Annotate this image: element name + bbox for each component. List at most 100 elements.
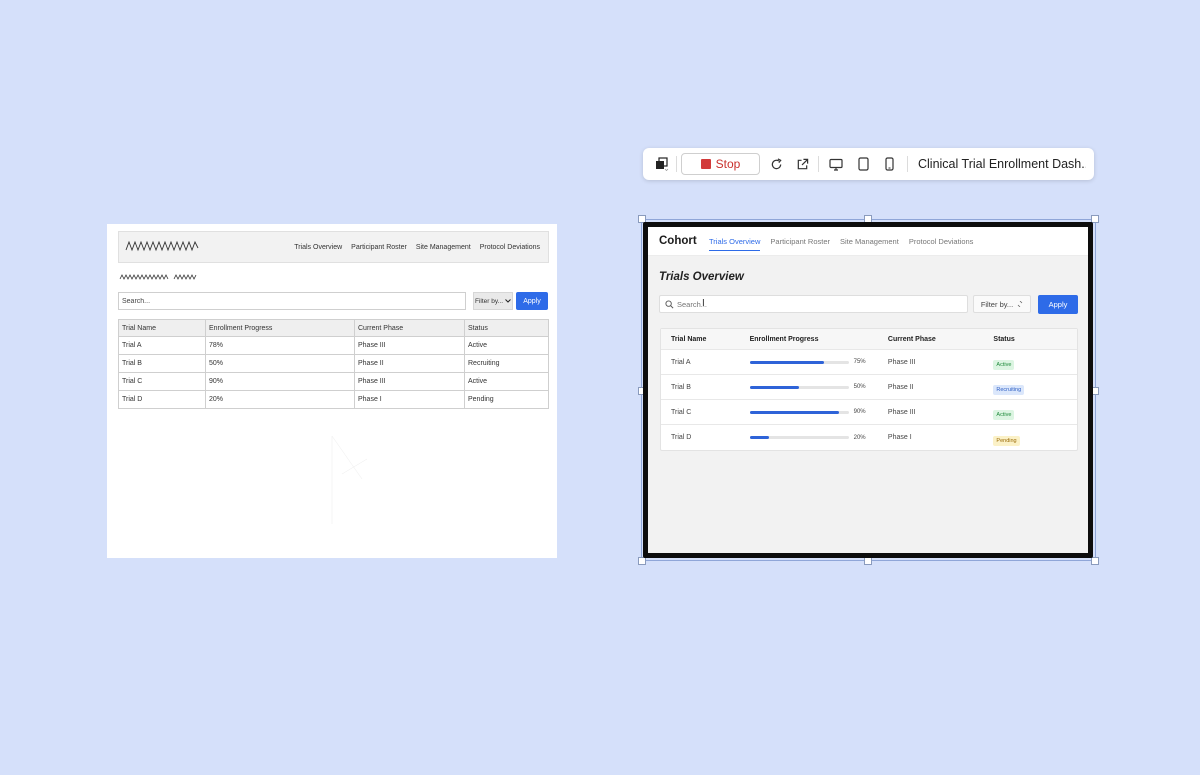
sketch-cell-name: Trial D bbox=[118, 390, 206, 409]
cell-trial-name: Trial A bbox=[671, 358, 691, 366]
ghost-sketch-strokes bbox=[331, 435, 368, 524]
sketch-filter-dropdown[interactable]: Filter by... bbox=[473, 292, 513, 310]
col-current-phase[interactable]: Current Phase bbox=[888, 336, 993, 343]
mobile-view-button[interactable] bbox=[879, 148, 899, 180]
cell-trial-name: Trial D bbox=[671, 434, 692, 441]
progress-bar-fill bbox=[749, 410, 839, 414]
cell-enrollment: 75% bbox=[749, 359, 888, 365]
trials-table: Trial Name Enrollment Progress Current P… bbox=[660, 328, 1078, 451]
sketch-col-phase: Current Phase bbox=[354, 319, 465, 337]
sketch-cell-phase: Phase III bbox=[354, 336, 465, 355]
refresh-icon bbox=[771, 157, 782, 169]
sketch-cell-status: Active bbox=[464, 336, 549, 355]
sketch-cell-progress: 50% bbox=[205, 354, 355, 373]
search-icon bbox=[665, 300, 674, 309]
search-input[interactable] bbox=[677, 296, 962, 312]
open-external-button[interactable] bbox=[792, 148, 812, 180]
external-link-icon bbox=[797, 158, 808, 169]
resize-handle-bottom-left[interactable] bbox=[638, 557, 646, 565]
progress-bar bbox=[749, 436, 849, 439]
col-enrollment-progress[interactable]: Enrollment Progress bbox=[750, 336, 888, 343]
cell-phase: Phase III bbox=[887, 358, 916, 366]
col-trial-name[interactable]: Trial Name bbox=[661, 336, 750, 343]
sketch-filter-label: Filter by... bbox=[474, 297, 504, 305]
sketch-cell-progress: 78% bbox=[205, 336, 355, 355]
toolbar-divider bbox=[818, 156, 819, 172]
cell-trial-name: Trial B bbox=[671, 383, 691, 391]
table-row[interactable]: Trial C 90% Phase III Active bbox=[118, 372, 549, 391]
tab-protocol-deviations[interactable]: Protocol Deviations bbox=[909, 233, 974, 250]
cell-phase: Phase II bbox=[887, 383, 914, 391]
tab-trials-overview[interactable]: Trials Overview bbox=[709, 233, 761, 251]
sketch-nav-site-management[interactable]: Site Management bbox=[416, 244, 471, 251]
tablet-view-button[interactable] bbox=[853, 148, 873, 180]
progress-percent: 75% bbox=[853, 359, 866, 365]
sketch-cell-phase: Phase I bbox=[354, 390, 465, 409]
sketch-cell-name: Trial A bbox=[118, 336, 206, 355]
filter-label: Filter by... bbox=[980, 299, 1014, 309]
toolbar-divider bbox=[907, 156, 908, 172]
search-box[interactable]: I bbox=[659, 295, 968, 313]
sketch-apply-button[interactable]: Apply bbox=[516, 292, 548, 310]
apply-button[interactable]: Apply bbox=[1038, 295, 1078, 314]
table-row[interactable]: Trial D 20% Phase I Pending bbox=[661, 425, 1077, 450]
progress-percent: 50% bbox=[853, 384, 866, 390]
cell-enrollment: 90% bbox=[749, 409, 888, 415]
progress-bar bbox=[749, 410, 849, 414]
progress-bar bbox=[749, 360, 849, 364]
progress-bar-fill bbox=[749, 360, 824, 364]
stop-label: Stop bbox=[715, 157, 741, 171]
cell-phase: Phase III bbox=[887, 408, 916, 416]
status-badge: Pending bbox=[993, 435, 1020, 446]
app-header: Cohort Trials Overview Participant Roste… bbox=[648, 227, 1088, 256]
col-status[interactable]: Status bbox=[993, 336, 1077, 343]
table-row[interactable]: Trial A 75% Phase III Active bbox=[661, 350, 1077, 375]
progress-percent: 20% bbox=[853, 434, 866, 441]
sketch-nav-trials-overview[interactable]: Trials Overview bbox=[294, 244, 342, 251]
sketch-title-scribble bbox=[119, 274, 197, 280]
progress-bar-fill bbox=[749, 436, 770, 439]
preview-title[interactable]: Clinical Trial Enrollment Dash... bbox=[918, 148, 1086, 180]
sketch-cell-progress: 20% bbox=[205, 390, 355, 409]
status-badge: Recruiting bbox=[993, 385, 1025, 395]
cell-trial-name: Trial C bbox=[671, 408, 692, 416]
refresh-button[interactable] bbox=[766, 148, 786, 180]
table-row[interactable]: Trial C 90% Phase III Active bbox=[661, 400, 1077, 425]
sketch-trials-table: Trial Name Enrollment Progress Current P… bbox=[118, 319, 549, 409]
cell-enrollment: 20% bbox=[749, 434, 888, 441]
sketch-cell-name: Trial B bbox=[118, 354, 206, 373]
tablet-icon bbox=[857, 157, 869, 171]
main-nav: Trials Overview Participant Roster Site … bbox=[709, 227, 973, 256]
status-badge: Active bbox=[993, 360, 1015, 370]
preview-toolbar: Stop Clinical Trial Enrollment Dash... bbox=[643, 148, 1094, 180]
table-header: Trial Name Enrollment Progress Current P… bbox=[661, 329, 1077, 350]
resize-handle-bottom[interactable] bbox=[864, 557, 872, 565]
sketch-nav-bar: Trials Overview Participant Roster Site … bbox=[118, 231, 549, 263]
table-row[interactable]: Trial B 50% Phase II Recruiting bbox=[118, 354, 549, 373]
sketch-col-status: Status bbox=[464, 319, 549, 337]
layers-icon bbox=[656, 157, 669, 171]
filter-dropdown[interactable]: Filter by... bbox=[973, 295, 1031, 313]
text-cursor-icon: I bbox=[702, 298, 705, 309]
tab-participant-roster[interactable]: Participant Roster bbox=[770, 233, 830, 250]
brand-logo[interactable]: Cohort bbox=[659, 235, 697, 247]
layers-button[interactable] bbox=[651, 148, 673, 180]
sketch-search-input[interactable] bbox=[118, 292, 466, 310]
toolbar-divider bbox=[676, 156, 677, 172]
desktop-view-button[interactable] bbox=[826, 148, 846, 180]
table-row[interactable]: Trial D 20% Phase I Pending bbox=[118, 390, 549, 409]
sketch-nav-participant-roster[interactable]: Participant Roster bbox=[351, 244, 407, 251]
stop-icon bbox=[700, 159, 711, 169]
sketch-nav-protocol-deviations[interactable]: Protocol Deviations bbox=[480, 244, 540, 251]
sort-arrows-icon bbox=[1017, 301, 1023, 307]
preview-title-text: Clinical Trial Enrollment Dash... bbox=[918, 157, 1086, 171]
table-row[interactable]: Trial B 50% Phase II Recruiting bbox=[661, 375, 1077, 400]
chevron-down-icon bbox=[505, 299, 511, 303]
desktop-icon bbox=[829, 158, 843, 171]
tab-site-management[interactable]: Site Management bbox=[840, 233, 899, 250]
sketch-wireframe: Trials Overview Participant Roster Site … bbox=[107, 224, 557, 558]
stop-button[interactable]: Stop bbox=[681, 153, 760, 175]
page-title: Trials Overview bbox=[659, 271, 744, 283]
table-row[interactable]: Trial A 78% Phase III Active bbox=[118, 336, 549, 355]
resize-handle-bottom-right[interactable] bbox=[1091, 557, 1099, 565]
